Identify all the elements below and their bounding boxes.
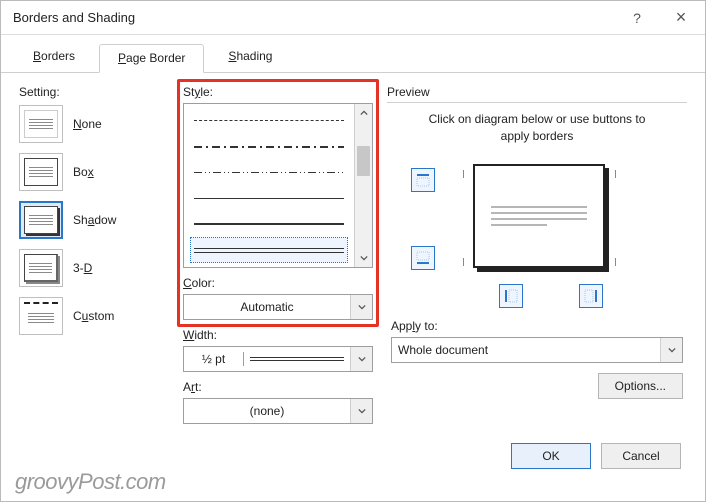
tick xyxy=(615,170,616,178)
style-option-solid-thin[interactable] xyxy=(190,185,348,211)
border-right-button[interactable] xyxy=(579,284,603,308)
width-dropdown-button[interactable] xyxy=(350,347,372,371)
scroll-track[interactable] xyxy=(355,122,372,249)
style-panel: Style: Color: Automatic xyxy=(183,85,373,424)
setting-none[interactable]: None xyxy=(73,117,102,131)
preview-label: Preview xyxy=(387,85,687,99)
tick xyxy=(463,258,464,266)
titlebar: Borders and Shading ? × xyxy=(1,1,705,35)
style-option-dashed[interactable] xyxy=(190,108,348,134)
dialog-body: Setting: None Box Shadow 3-D xyxy=(1,73,705,430)
border-top-button[interactable] xyxy=(411,168,435,192)
style-option-double[interactable] xyxy=(190,237,348,263)
setting-3d[interactable]: 3-D xyxy=(73,261,92,275)
tab-page-border[interactable]: Page Border xyxy=(99,44,204,73)
chevron-down-icon xyxy=(358,407,366,415)
cancel-button[interactable]: Cancel xyxy=(601,443,681,469)
apply-to-dropdown[interactable]: Whole document xyxy=(391,337,683,363)
style-option-dashdotdot[interactable] xyxy=(190,160,348,186)
setting-shadow-icon[interactable] xyxy=(19,201,63,239)
ok-button[interactable]: OK xyxy=(511,443,591,469)
setting-3d-icon[interactable] xyxy=(19,249,63,287)
width-dropdown[interactable]: ½ pt xyxy=(183,346,373,372)
art-value: (none) xyxy=(184,404,350,418)
tab-shading[interactable]: Shading xyxy=(210,43,290,72)
width-label: Width: xyxy=(183,328,373,342)
scroll-up-button[interactable] xyxy=(355,104,372,122)
scroll-thumb[interactable] xyxy=(357,146,370,176)
color-label: Color: xyxy=(183,276,373,290)
scroll-down-button[interactable] xyxy=(355,249,372,267)
chevron-down-icon xyxy=(358,355,366,363)
options-button[interactable]: Options... xyxy=(598,373,683,399)
tick xyxy=(463,170,464,178)
border-bottom-button[interactable] xyxy=(411,246,435,270)
preview-panel: Preview Click on diagram below or use bu… xyxy=(387,85,687,424)
art-dropdown-button[interactable] xyxy=(350,399,372,423)
color-value: Automatic xyxy=(184,300,350,314)
style-scrollbar[interactable] xyxy=(354,104,372,267)
chevron-down-icon xyxy=(360,254,368,262)
border-left-button[interactable] xyxy=(499,284,523,308)
width-sample xyxy=(244,357,350,361)
setting-shadow[interactable]: Shadow xyxy=(73,213,116,227)
style-option-solid-thick[interactable] xyxy=(190,211,348,237)
color-dropdown[interactable]: Automatic xyxy=(183,294,373,320)
setting-custom[interactable]: Custom xyxy=(73,309,114,323)
setting-custom-icon[interactable] xyxy=(19,297,63,335)
style-listbox[interactable] xyxy=(183,103,373,268)
art-dropdown[interactable]: (none) xyxy=(183,398,373,424)
window-title: Borders and Shading xyxy=(13,10,615,25)
border-right-icon xyxy=(584,289,598,303)
help-button[interactable]: ? xyxy=(615,3,659,33)
setting-none-icon[interactable] xyxy=(19,105,63,143)
apply-to-value: Whole document xyxy=(392,343,660,357)
dialog-footer: OK Cancel xyxy=(511,443,681,469)
watermark: groovyPost.com xyxy=(15,469,166,495)
apply-to-dropdown-button[interactable] xyxy=(660,338,682,362)
border-top-icon xyxy=(416,173,430,187)
preview-hint: Click on diagram below or use buttons to… xyxy=(391,111,683,146)
border-left-icon xyxy=(504,289,518,303)
close-button[interactable]: × xyxy=(659,3,703,33)
chevron-down-icon xyxy=(358,303,366,311)
preview-page[interactable] xyxy=(473,164,605,268)
border-bottom-icon xyxy=(416,251,430,265)
art-label: Art: xyxy=(183,380,373,394)
setting-box-icon[interactable] xyxy=(19,153,63,191)
setting-box[interactable]: Box xyxy=(73,165,94,179)
preview-diagram xyxy=(391,160,683,305)
style-label: Style: xyxy=(183,85,373,99)
style-option-dashdot[interactable] xyxy=(190,134,348,160)
tab-bar: Borders document.currentScript.previousE… xyxy=(1,35,705,73)
chevron-up-icon xyxy=(360,109,368,117)
apply-to-label: Apply to: xyxy=(391,319,683,333)
tick xyxy=(615,258,616,266)
setting-panel: Setting: None Box Shadow 3-D xyxy=(19,85,169,424)
setting-label: Setting: xyxy=(19,85,169,99)
tab-borders[interactable]: Borders document.currentScript.previousE… xyxy=(15,43,93,72)
width-value: ½ pt xyxy=(184,352,244,366)
chevron-down-icon xyxy=(668,346,676,354)
color-dropdown-button[interactable] xyxy=(350,295,372,319)
